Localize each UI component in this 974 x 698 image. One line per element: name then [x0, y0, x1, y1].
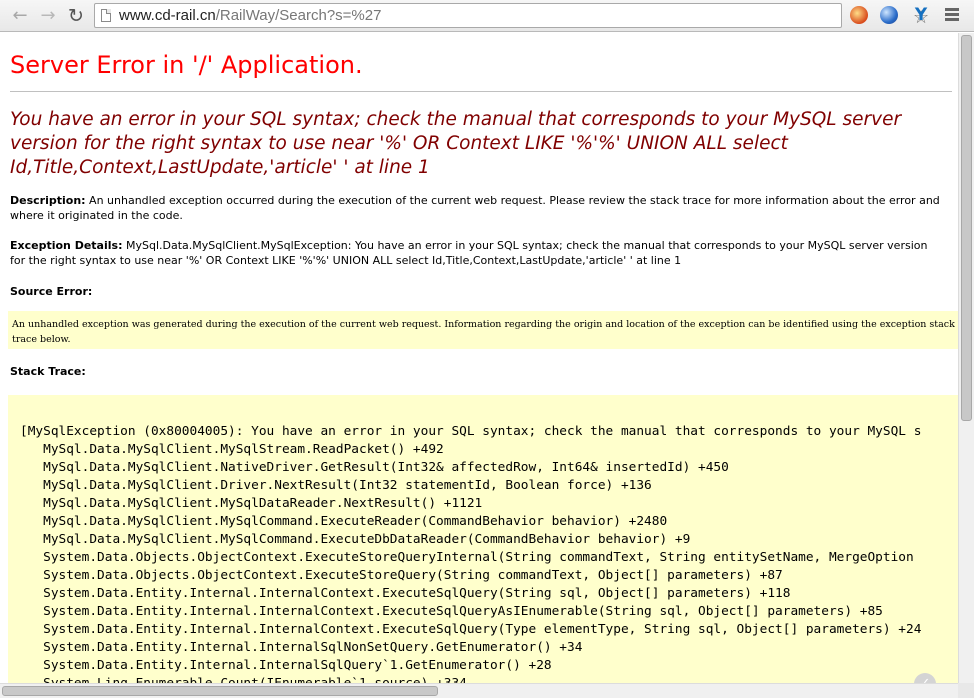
url-path: /RailWay/Search?s=%27: [215, 7, 382, 24]
exception-details-section: Exception Details: MySql.Data.MySqlClien…: [10, 238, 945, 268]
back-arrow-icon[interactable]: ←: [8, 4, 32, 28]
reload-icon[interactable]: ↻: [64, 4, 88, 28]
horizontal-scrollbar[interactable]: [0, 683, 958, 698]
scrollbar-corner: [958, 683, 974, 698]
page-icon: [101, 9, 111, 22]
page-title: Server Error in '/' Application.: [10, 51, 363, 79]
description-section: Description: An unhandled exception occu…: [10, 193, 945, 223]
globe-extension-icon[interactable]: [880, 6, 898, 24]
vertical-scrollbar[interactable]: [958, 33, 974, 683]
exception-details-text: MySql.Data.MySqlClient.MySqlException: Y…: [10, 239, 928, 267]
divider: [10, 91, 952, 92]
url-host: www.cd-rail.cn: [119, 7, 216, 24]
source-error-label: Source Error:: [10, 285, 93, 298]
hamburger-menu-icon[interactable]: [944, 6, 960, 24]
weather-extension-icon[interactable]: [850, 6, 868, 24]
source-error-text: An unhandled exception was generated dur…: [12, 319, 958, 345]
description-text: An unhandled exception occurred during t…: [10, 194, 940, 222]
url-text[interactable]: www.cd-rail.cn/RailWay/Search?s=%27: [119, 7, 381, 25]
horizontal-scroll-thumb[interactable]: [2, 686, 438, 696]
y-extension-icon[interactable]: Y: [912, 6, 930, 24]
description-label: Description:: [10, 194, 86, 207]
stack-trace-label: Stack Trace:: [10, 365, 86, 378]
vertical-scroll-thumb[interactable]: [961, 35, 972, 421]
page-viewport: Server Error in '/' Application. You hav…: [0, 33, 958, 683]
source-error-section: Source Error:: [10, 284, 945, 299]
address-bar[interactable]: www.cd-rail.cn/RailWay/Search?s=%27 ☆: [94, 3, 929, 28]
browser-toolbar: ← → ↻ www.cd-rail.cn/RailWay/Search?s=%2…: [0, 0, 974, 32]
stack-trace-box: [MySqlException (0x80004005): You have a…: [8, 395, 958, 683]
stack-trace-text: [MySqlException (0x80004005): You have a…: [20, 424, 922, 683]
error-message: You have an error in your SQL syntax; ch…: [10, 109, 902, 178]
forward-arrow-icon[interactable]: →: [36, 4, 60, 28]
stack-trace-section: Stack Trace:: [10, 364, 945, 379]
source-error-box: An unhandled exception was generated dur…: [8, 311, 958, 349]
exception-details-label: Exception Details:: [10, 239, 123, 252]
